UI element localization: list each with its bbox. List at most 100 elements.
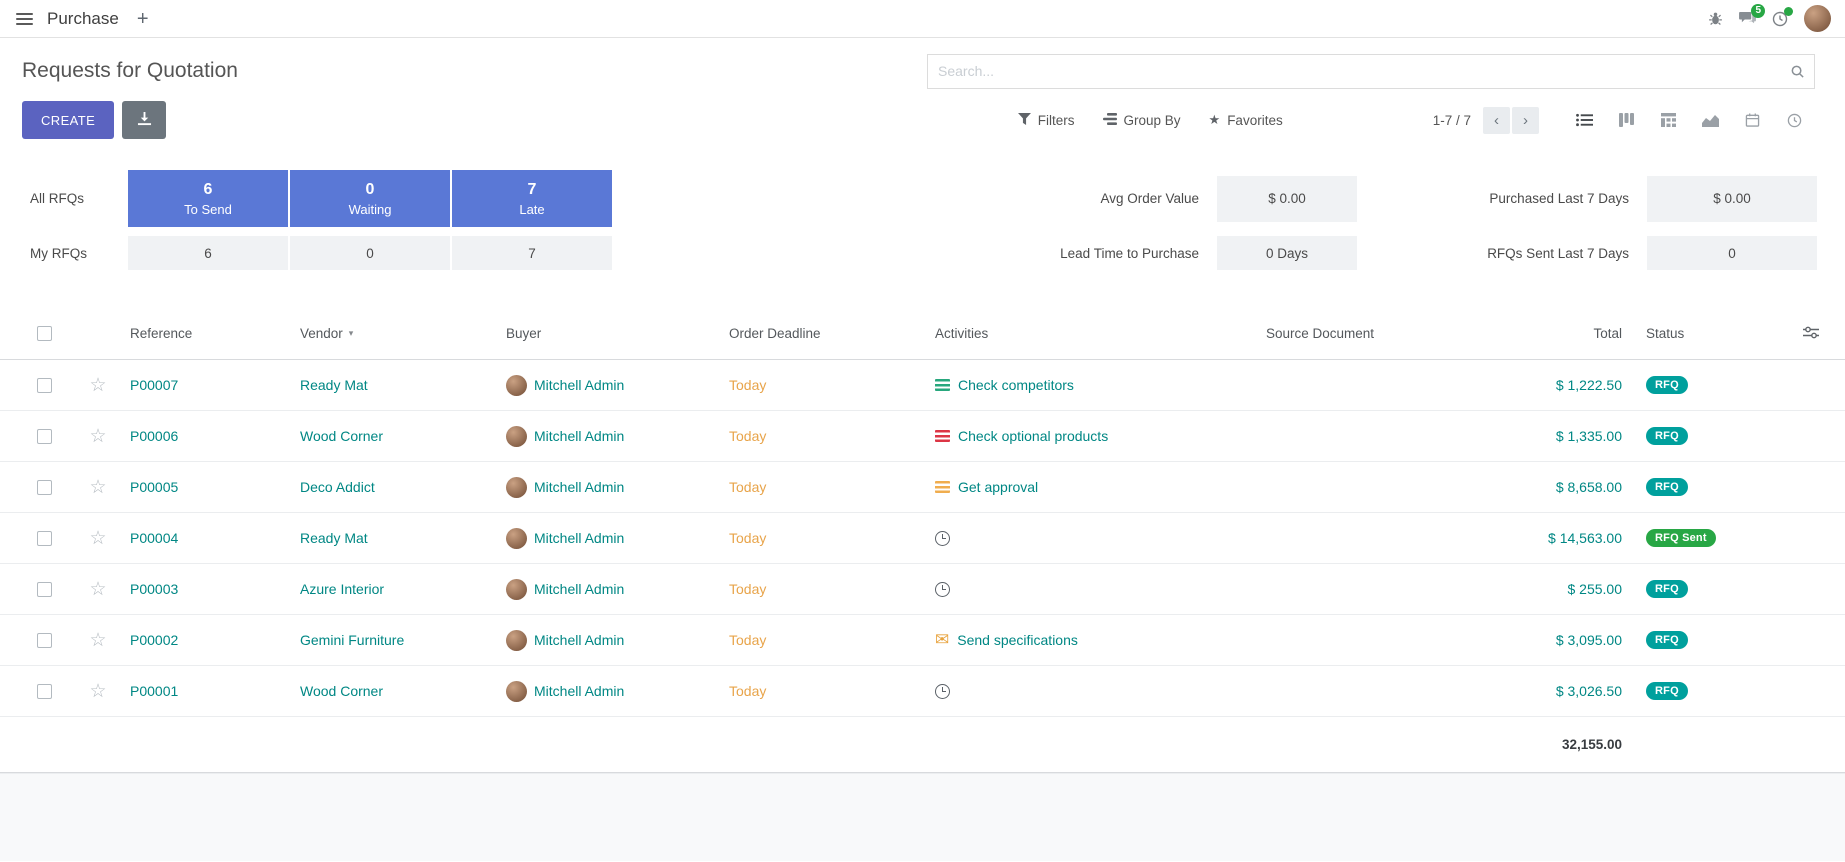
vendor-link[interactable]: Deco Addict [300, 479, 375, 495]
favorite-star-icon[interactable]: ☆ [89, 427, 106, 446]
table-row[interactable]: ☆ P00003 Azure Interior Mitchell Admin T… [0, 564, 1845, 615]
clock-icon[interactable] [935, 531, 950, 546]
app-name[interactable]: Purchase [47, 9, 119, 29]
table-row[interactable]: ☆ P00007 Ready Mat Mitchell Admin Today … [0, 360, 1845, 411]
messages-icon[interactable]: 5 [1739, 11, 1756, 26]
favorite-star-icon[interactable]: ☆ [89, 478, 106, 497]
vendor-link[interactable]: Ready Mat [300, 530, 368, 546]
create-button[interactable]: CREATE [22, 101, 114, 139]
activity-link[interactable]: Get approval [958, 479, 1038, 495]
table-row[interactable]: ☆ P00004 Ready Mat Mitchell Admin Today … [0, 513, 1845, 564]
status-badge: RFQ [1646, 478, 1688, 496]
reference-link[interactable]: P00006 [130, 428, 178, 444]
kpi-waiting[interactable]: 0 Waiting [290, 170, 450, 227]
kanban-view-icon[interactable] [1605, 105, 1647, 135]
my-to-send[interactable]: 6 [128, 236, 288, 270]
buyer-link[interactable]: Mitchell Admin [534, 581, 624, 597]
reference-link[interactable]: P00007 [130, 377, 178, 393]
pager-next-button[interactable]: › [1512, 107, 1539, 134]
row-checkbox[interactable] [37, 633, 52, 648]
table-row[interactable]: ☆ P00006 Wood Corner Mitchell Admin Toda… [0, 411, 1845, 462]
checklist-red-icon[interactable] [935, 430, 950, 442]
reference-link[interactable]: P00001 [130, 683, 178, 699]
vendor-link[interactable]: Wood Corner [300, 428, 383, 444]
checklist-yellow-icon[interactable] [935, 481, 950, 493]
total-amount: $ 8,658.00 [1556, 479, 1622, 495]
clock-icon[interactable] [935, 582, 950, 597]
select-all-checkbox[interactable] [37, 326, 52, 341]
column-header-source-document[interactable]: Source Document [1266, 326, 1496, 341]
buyer-link[interactable]: Mitchell Admin [534, 683, 624, 699]
vendor-link[interactable]: Ready Mat [300, 377, 368, 393]
total-amount: $ 1,335.00 [1556, 428, 1622, 444]
calendar-view-icon[interactable] [1731, 105, 1773, 135]
activity-link[interactable]: Send specifications [957, 632, 1078, 648]
buyer-link[interactable]: Mitchell Admin [534, 530, 624, 546]
favorite-star-icon[interactable]: ☆ [89, 580, 106, 599]
column-header-order-deadline[interactable]: Order Deadline [729, 326, 935, 341]
column-header-vendor[interactable]: Vendor▾ [300, 326, 506, 341]
favorite-star-icon[interactable]: ☆ [89, 529, 106, 548]
favorite-star-icon[interactable]: ☆ [89, 631, 106, 650]
column-header-status[interactable]: Status [1646, 326, 1776, 341]
checklist-green-icon[interactable] [935, 379, 950, 391]
dashboard-clock-view-icon[interactable] [1773, 105, 1815, 135]
activity-link[interactable]: Check competitors [958, 377, 1074, 393]
row-checkbox[interactable] [37, 684, 52, 699]
pager-range: 1-7 / 7 [1433, 113, 1471, 128]
pivot-view-icon[interactable] [1647, 105, 1689, 135]
my-waiting[interactable]: 0 [290, 236, 450, 270]
reference-link[interactable]: P00003 [130, 581, 178, 597]
row-checkbox[interactable] [37, 378, 52, 393]
table-footer: 32,155.00 [0, 717, 1845, 773]
buyer-link[interactable]: Mitchell Admin [534, 377, 624, 393]
row-checkbox[interactable] [37, 429, 52, 444]
export-button[interactable] [122, 101, 166, 139]
buyer-link[interactable]: Mitchell Admin [534, 428, 624, 444]
pager-previous-button[interactable]: ‹ [1483, 107, 1510, 134]
favorites-button[interactable]: ★ Favorites [1209, 112, 1283, 128]
row-checkbox[interactable] [37, 531, 52, 546]
list-view-icon[interactable] [1563, 105, 1605, 135]
debug-bug-icon[interactable] [1708, 11, 1723, 26]
search-icon[interactable] [1790, 64, 1805, 82]
order-deadline: Today [729, 632, 766, 648]
vendor-link[interactable]: Wood Corner [300, 683, 383, 699]
reference-link[interactable]: P00005 [130, 479, 178, 495]
column-header-activities[interactable]: Activities [935, 326, 1266, 341]
new-tab-icon[interactable]: + [137, 9, 149, 29]
reference-link[interactable]: P00002 [130, 632, 178, 648]
buyer-link[interactable]: Mitchell Admin [534, 479, 624, 495]
kpi-to-send[interactable]: 6 To Send [128, 170, 288, 227]
favorite-star-icon[interactable]: ☆ [89, 376, 106, 395]
table-row[interactable]: ☆ P00005 Deco Addict Mitchell Admin Toda… [0, 462, 1845, 513]
buyer-avatar [506, 630, 527, 651]
row-checkbox[interactable] [37, 480, 52, 495]
clock-icon[interactable] [935, 684, 950, 699]
apps-menu-icon[interactable] [16, 13, 33, 25]
filters-button[interactable]: Filters [1018, 113, 1075, 128]
my-late[interactable]: 7 [452, 236, 612, 270]
page-title: Requests for Quotation [22, 59, 238, 83]
column-header-buyer[interactable]: Buyer [506, 326, 729, 341]
favorite-star-icon[interactable]: ☆ [89, 682, 106, 701]
reference-link[interactable]: P00004 [130, 530, 178, 546]
search-input[interactable] [927, 54, 1815, 89]
kpi-late[interactable]: 7 Late [452, 170, 612, 227]
envelope-icon[interactable] [935, 632, 949, 647]
table-row[interactable]: ☆ P00001 Wood Corner Mitchell Admin Toda… [0, 666, 1845, 717]
buyer-link[interactable]: Mitchell Admin [534, 632, 624, 648]
graph-view-icon[interactable] [1689, 105, 1731, 135]
row-checkbox[interactable] [37, 582, 52, 597]
user-avatar[interactable] [1804, 5, 1831, 32]
optional-columns-icon[interactable] [1803, 326, 1819, 342]
vendor-link[interactable]: Azure Interior [300, 581, 384, 597]
group-by-button[interactable]: Group By [1103, 113, 1181, 128]
column-header-total[interactable]: Total [1496, 326, 1646, 341]
metric-purchased-last-7-days-label: Purchased Last 7 Days [1397, 191, 1647, 206]
vendor-link[interactable]: Gemini Furniture [300, 632, 404, 648]
activities-clock-icon[interactable] [1772, 11, 1788, 27]
activity-link[interactable]: Check optional products [958, 428, 1108, 444]
table-row[interactable]: ☆ P00002 Gemini Furniture Mitchell Admin… [0, 615, 1845, 666]
column-header-reference[interactable]: Reference [130, 326, 300, 341]
